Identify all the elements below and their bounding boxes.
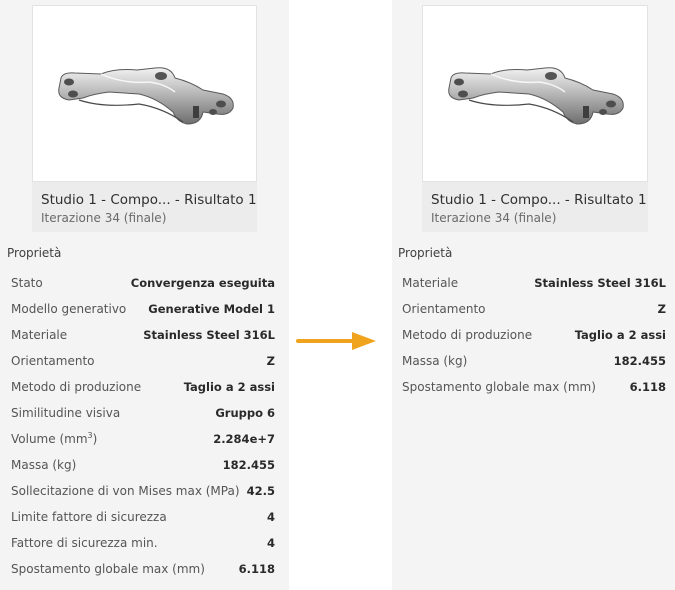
property-label: Metodo di produzione: [402, 328, 533, 342]
property-value: 4: [266, 510, 275, 524]
property-row: Spostamento globale max (mm) 6.118: [402, 374, 666, 400]
part-image: [443, 64, 628, 134]
result-card[interactable]: Studio 1 - Compo... - Risultato 1 Iteraz…: [32, 5, 257, 232]
property-label: Limite fattore di sicurezza: [11, 510, 167, 524]
properties-heading: Proprietà: [398, 246, 453, 260]
property-value: 4: [266, 536, 275, 550]
property-row: Materiale Stainless Steel 316L: [11, 322, 275, 348]
property-label: Massa (kg): [402, 354, 468, 368]
properties-heading: Proprietà: [7, 246, 62, 260]
property-label: Modello generativo: [11, 302, 127, 316]
properties-list: Materiale Stainless Steel 316L Orientamen…: [402, 270, 666, 400]
property-label: Stato: [11, 276, 43, 290]
property-row: Volume (mm3) 2.284e+7: [11, 426, 275, 452]
property-label: Materiale: [402, 276, 459, 290]
property-row: Materiale Stainless Steel 316L: [402, 270, 666, 296]
property-row: Massa (kg) 182.455: [402, 348, 666, 374]
property-label: Orientamento: [11, 354, 95, 368]
property-row: Spostamento globale max (mm) 6.118: [11, 556, 275, 582]
property-value: 6.118: [238, 562, 275, 576]
property-value: Stainless Steel 316L: [143, 328, 275, 342]
result-title: Studio 1 - Compo... - Risultato 1: [41, 192, 257, 208]
property-value: Generative Model 1: [148, 302, 275, 316]
property-label: Orientamento: [402, 302, 486, 316]
property-label-text: Volume (mm: [11, 432, 88, 446]
property-value: 6.118: [629, 380, 666, 394]
property-row: Metodo di produzione Taglio a 2 assi: [11, 374, 275, 400]
property-row: Limite fattore di sicurezza 4: [11, 504, 275, 530]
property-row: Fattore di sicurezza min. 4: [11, 530, 275, 556]
property-row: Stato Convergenza eseguita: [11, 270, 275, 296]
result-card[interactable]: Studio 1 - Compo... - Risultato 1 Iteraz…: [422, 5, 648, 232]
property-label: Metodo di produzione: [11, 380, 142, 394]
property-value: Z: [657, 302, 666, 316]
result-iteration: Iterazione 34 (finale): [41, 211, 167, 225]
right-arrow-icon: [296, 332, 376, 350]
property-label: Sollecitazione di von Mises max (MPa): [11, 484, 240, 498]
right-result-panel: Studio 1 - Compo... - Risultato 1 Iteraz…: [392, 0, 675, 590]
property-row: Orientamento Z: [402, 296, 666, 322]
result-iteration: Iterazione 34 (finale): [431, 211, 557, 225]
properties-list: Stato Convergenza eseguita Modello genera…: [11, 270, 275, 582]
property-label: Fattore di sicurezza min.: [11, 536, 158, 550]
result-thumbnail[interactable]: [32, 5, 257, 182]
property-value: Stainless Steel 316L: [534, 276, 666, 290]
property-value: Taglio a 2 assi: [183, 380, 275, 394]
property-label: Materiale: [11, 328, 68, 342]
property-label: Volume (mm3): [11, 426, 97, 452]
property-row: Massa (kg) 182.455: [11, 452, 275, 478]
property-row: Similitudine visiva Gruppo 6: [11, 400, 275, 426]
part-image: [53, 64, 238, 134]
property-label: Massa (kg): [11, 458, 77, 472]
property-value: 42.5: [246, 484, 275, 498]
property-label: Spostamento globale max (mm): [402, 380, 596, 394]
property-row: Sollecitazione di von Mises max (MPa) 42.…: [11, 478, 275, 504]
property-value: 182.455: [222, 458, 275, 472]
property-label: Similitudine visiva: [11, 406, 121, 420]
property-value: Convergenza eseguita: [130, 276, 275, 290]
property-value: Z: [266, 354, 275, 368]
property-label-tail: ): [92, 432, 98, 446]
property-value: 2.284e+7: [213, 432, 275, 446]
property-label: Spostamento globale max (mm): [11, 562, 205, 576]
property-value: Gruppo 6: [215, 406, 275, 420]
property-row: Modello generativo Generative Model 1: [11, 296, 275, 322]
property-value: 182.455: [613, 354, 666, 368]
property-value: Taglio a 2 assi: [574, 328, 666, 342]
left-result-panel: Studio 1 - Compo... - Risultato 1 Iteraz…: [0, 0, 289, 590]
property-row: Orientamento Z: [11, 348, 275, 374]
result-thumbnail[interactable]: [422, 5, 648, 182]
property-row: Metodo di produzione Taglio a 2 assi: [402, 322, 666, 348]
result-title: Studio 1 - Compo... - Risultato 1: [431, 192, 647, 208]
